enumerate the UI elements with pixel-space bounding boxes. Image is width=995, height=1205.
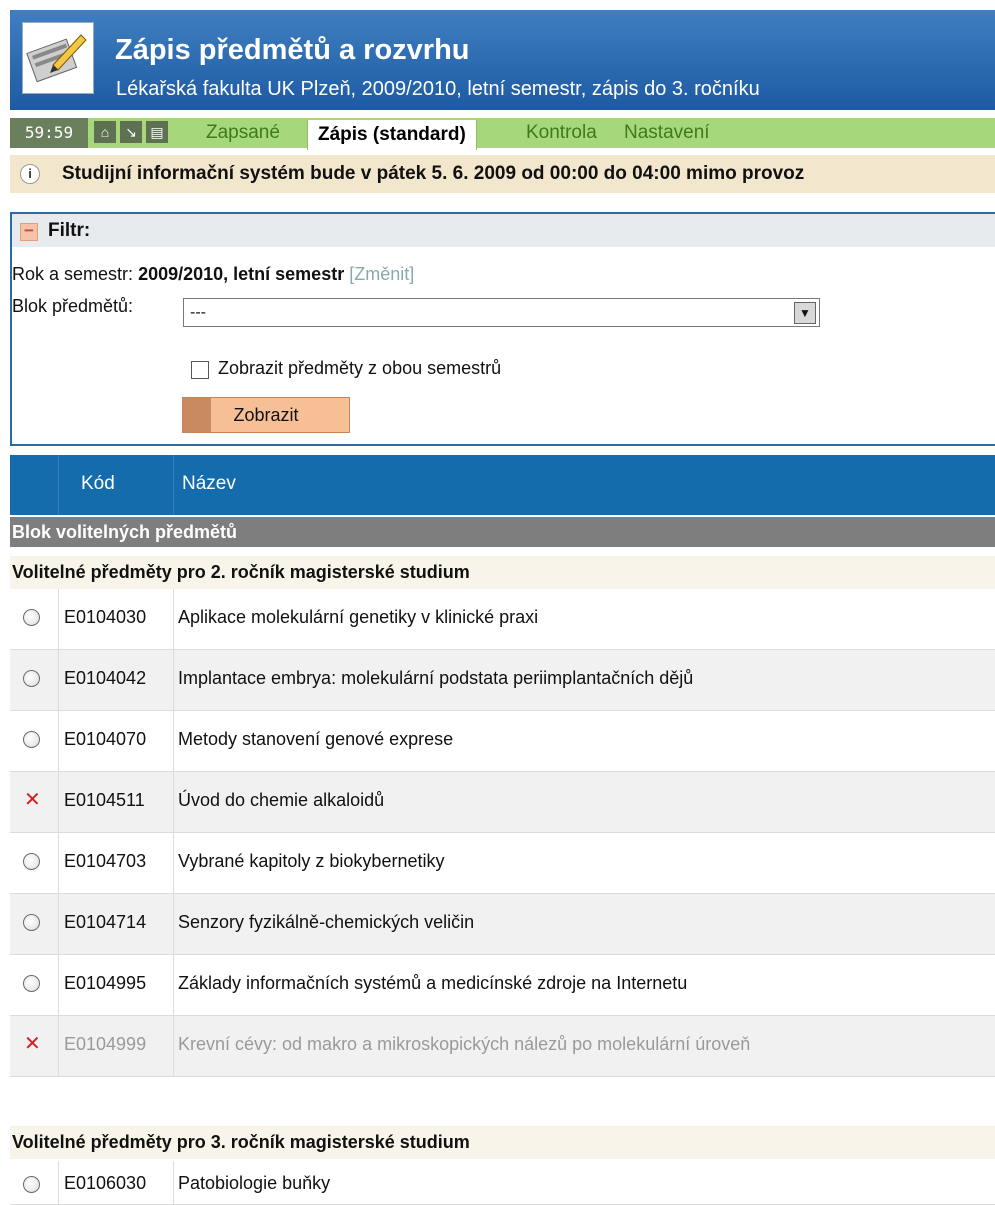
table-header: Kód Název — [10, 455, 995, 515]
course-code: E0104995 — [64, 973, 147, 993]
course-name: Krevní cévy: od makro a mikroskopických … — [178, 1034, 751, 1054]
unavailable-icon: ✕ — [24, 1033, 41, 1055]
course-code: E0106030 — [64, 1173, 147, 1193]
select-radio[interactable] — [23, 731, 40, 748]
main-nav: 59:59 ⌂ ↘ ▤ Zapsané Zápis (standard) Kon… — [10, 118, 995, 150]
select-radio[interactable] — [23, 609, 40, 626]
table-row: E0104070 Metody stanovení genové exprese — [10, 711, 995, 772]
course-code: E0104511 — [64, 790, 145, 810]
collapse-icon[interactable]: − — [20, 222, 38, 241]
home-icon[interactable]: ⌂ — [94, 121, 116, 143]
block-label: Blok předmětů: — [12, 296, 134, 316]
app-logo-icon — [22, 22, 94, 94]
show-button[interactable]: Zobrazit — [182, 397, 350, 433]
page-title: Zápis předmětů a rozvrhu — [115, 34, 470, 66]
logout-icon[interactable]: ↘ — [120, 121, 142, 143]
change-semester-link[interactable]: [Změnit] — [349, 264, 414, 284]
unavailable-icon: ✕ — [24, 789, 41, 811]
course-code: E0104042 — [64, 668, 147, 688]
table-row: E0104030 Aplikace molekulární genetiky v… — [10, 589, 995, 650]
group-title: Volitelné předměty pro 2. ročník magiste… — [10, 556, 995, 589]
table-row: ✕ E0104511 Úvod do chemie alkaloidů — [10, 772, 995, 833]
col-code-header[interactable]: Kód — [81, 473, 115, 495]
course-name: Aplikace molekulární genetiky v klinické… — [178, 607, 539, 627]
both-semesters-label[interactable]: Zobrazit předměty z obou semestrů — [218, 358, 501, 379]
select-radio[interactable] — [23, 1176, 40, 1193]
filter-panel: − Filtr: Rok a semestr: 2009/2010, letní… — [10, 212, 995, 446]
semester-row: Rok a semestr: 2009/2010, letní semestr … — [12, 264, 414, 285]
tab-kontrola[interactable]: Kontrola — [526, 118, 597, 148]
session-timer: 59:59 — [10, 118, 88, 148]
table-row: E0104714 Senzory fyzikálně-chemických ve… — [10, 894, 995, 955]
maintenance-notice: i Studijní informační systém bude v páte… — [10, 155, 995, 193]
course-name: Základy informačních systémů a medicínsk… — [178, 973, 688, 993]
table-row: E0104042 Implantace embrya: molekulární … — [10, 650, 995, 711]
both-semesters-checkbox[interactable] — [191, 361, 209, 379]
notice-text: Studijní informační systém bude v pátek … — [62, 163, 805, 184]
course-name: Implantace embrya: molekulární podstata … — [178, 668, 694, 688]
chevron-down-icon[interactable]: ▼ — [794, 302, 816, 324]
col-name-header[interactable]: Název — [182, 473, 236, 495]
header-divider — [58, 455, 59, 515]
header-divider — [173, 455, 174, 515]
select-radio[interactable] — [23, 975, 40, 992]
app-header: Zápis předmětů a rozvrhu Lékařská fakult… — [10, 10, 995, 110]
filter-title: Filtr: — [48, 220, 91, 241]
table-row: E0104703 Vybrané kapitoly z biokyberneti… — [10, 833, 995, 894]
select-radio[interactable] — [23, 853, 40, 870]
page-subtitle: Lékařská fakulta UK Plzeň, 2009/2010, le… — [116, 78, 760, 100]
semester-value: 2009/2010, letní semestr — [138, 264, 345, 284]
course-name: Úvod do chemie alkaloidů — [178, 790, 385, 810]
table-row: E0104995 Základy informačních systémů a … — [10, 955, 995, 1016]
table-row: ✕ E0104999 Krevní cévy: od makro a mikro… — [10, 1016, 995, 1077]
block-select[interactable]: --- ▼ — [183, 298, 820, 327]
course-name: Vybrané kapitoly z biokybernetiky — [178, 851, 445, 871]
select-radio[interactable] — [23, 914, 40, 931]
block-title: Blok volitelných předmětů — [10, 517, 995, 547]
tab-zapis-standard[interactable]: Zápis (standard) — [307, 120, 477, 150]
course-code: E0104703 — [64, 851, 147, 871]
tab-nastaveni[interactable]: Nastavení — [624, 118, 710, 148]
print-icon[interactable]: ▤ — [146, 121, 168, 143]
group-title: Volitelné předměty pro 3. ročník magiste… — [10, 1126, 995, 1159]
select-radio[interactable] — [23, 670, 40, 687]
course-code: E0104070 — [64, 729, 147, 749]
info-icon: i — [20, 164, 40, 184]
semester-label: Rok a semestr: — [12, 264, 134, 284]
course-code: E0104714 — [64, 912, 147, 932]
course-name: Senzory fyzikálně-chemických veličin — [178, 912, 475, 932]
block-select-value: --- — [190, 304, 206, 321]
course-name: Patobiologie buňky — [178, 1173, 331, 1193]
course-code: E0104999 — [64, 1034, 147, 1054]
tab-zapsane[interactable]: Zapsané — [206, 118, 280, 148]
table-row: E0106030 Patobiologie buňky — [10, 1161, 995, 1205]
course-code: E0104030 — [64, 607, 147, 627]
filter-header: − Filtr: — [12, 214, 995, 247]
course-name: Metody stanovení genové exprese — [178, 729, 454, 749]
